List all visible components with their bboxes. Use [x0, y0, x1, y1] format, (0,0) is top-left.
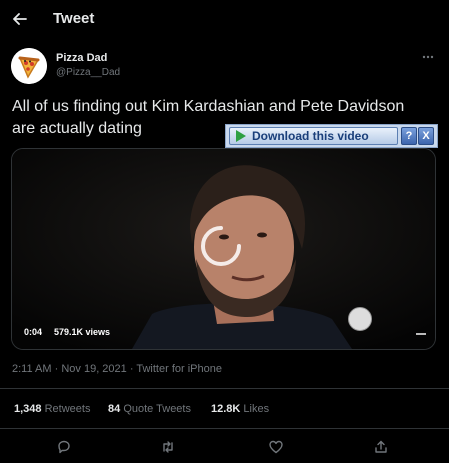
tweet-page: Tweet Pizza Dad @Pizza__Dad All of us fi…: [0, 0, 449, 463]
page-title: Tweet: [53, 10, 95, 27]
retweet-button[interactable]: [158, 437, 178, 457]
meta-separator: ·: [129, 363, 134, 375]
play-icon: [236, 130, 246, 142]
more-dots-icon: [422, 55, 434, 59]
tweet-meta: 2:11 AM · Nov 19, 2021 · Twitter for iPh…: [12, 363, 222, 375]
like-button[interactable]: [266, 437, 286, 457]
tweet-source[interactable]: Twitter for iPhone: [136, 363, 222, 375]
retweets-stat[interactable]: 1,348 Retweets: [14, 403, 90, 415]
meta-separator: ·: [54, 363, 59, 375]
download-label: Download this video: [252, 129, 369, 143]
avatar[interactable]: [11, 48, 47, 84]
quotes-stat[interactable]: 84 Quote Tweets: [108, 403, 191, 415]
likes-stat[interactable]: 12.8K Likes: [211, 403, 269, 415]
pizza-avatar-icon: [11, 48, 47, 84]
quotes-label: Quote Tweets: [123, 403, 191, 415]
top-bar: Tweet: [0, 0, 449, 40]
close-button[interactable]: X: [418, 127, 434, 145]
video-views: 579.1K views: [54, 327, 111, 337]
author-name[interactable]: Pizza Dad: [56, 52, 107, 64]
divider: [0, 428, 449, 429]
author-handle[interactable]: @Pizza__Dad: [56, 67, 120, 78]
heart-icon: [269, 440, 283, 454]
tweet-text-line: All of us finding out Kim Kardashian and…: [12, 98, 405, 115]
divider: [0, 388, 449, 389]
arrow-left-icon: [13, 13, 27, 25]
reply-icon: [58, 440, 70, 454]
retweet-icon: [163, 441, 173, 453]
likes-label: Likes: [243, 403, 270, 415]
share-icon: [375, 440, 387, 453]
video-timestamp: 0:04: [24, 327, 43, 337]
likes-count: 12.8K: [211, 403, 241, 415]
video-player[interactable]: 0:04 579.1K views: [11, 148, 436, 350]
retweets-label: Retweets: [44, 403, 91, 415]
reply-button[interactable]: [54, 437, 74, 457]
tweet-time[interactable]: 2:11 AM: [12, 363, 52, 375]
download-toolbar: Download this video ? X: [225, 124, 438, 148]
quotes-count: 84: [108, 403, 121, 415]
more-button[interactable]: [420, 50, 436, 64]
tweet-date[interactable]: Nov 19, 2021: [61, 363, 126, 375]
retweets-count: 1,348: [14, 403, 42, 415]
video-watermark-logo: [348, 307, 372, 331]
loading-spinner-icon: [201, 226, 241, 266]
back-button[interactable]: [9, 8, 31, 30]
download-video-button[interactable]: Download this video: [229, 127, 398, 145]
help-button[interactable]: ?: [401, 127, 417, 145]
fullscreen-icon[interactable]: [416, 333, 426, 335]
share-button[interactable]: [371, 437, 391, 457]
